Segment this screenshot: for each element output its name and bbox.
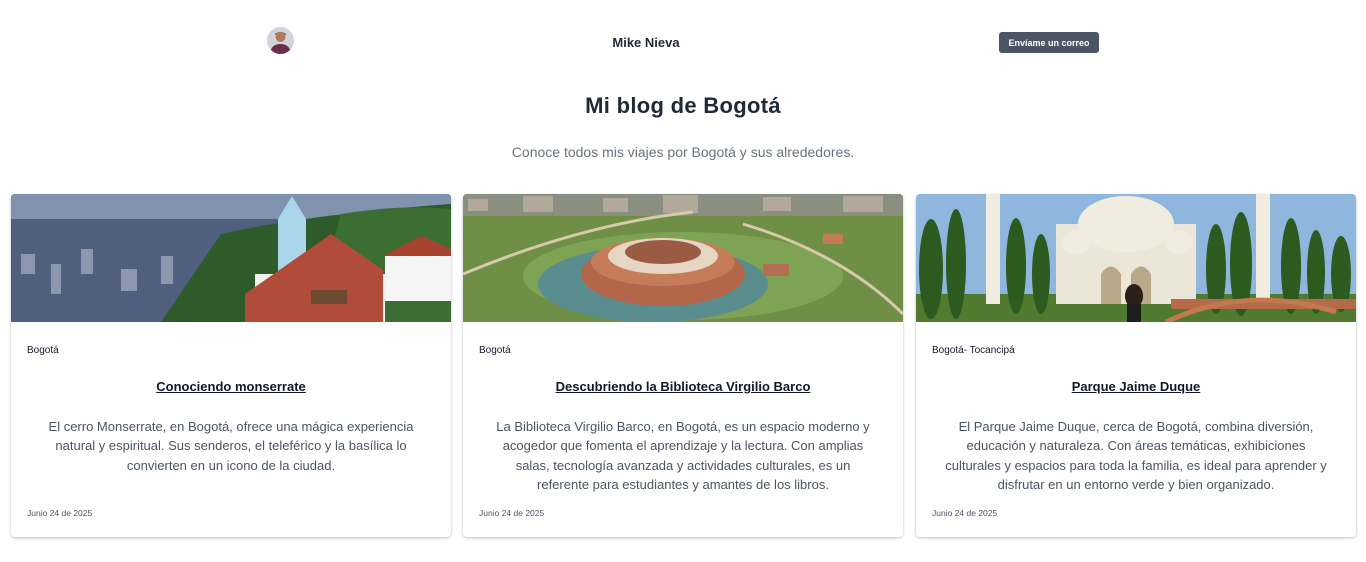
page-title: Mi blog de Bogotá xyxy=(585,93,781,118)
post-date: Junio 24 de 2025 xyxy=(27,508,93,518)
send-email-button[interactable]: Envíame un correo xyxy=(999,32,1099,53)
post-date: Junio 24 de 2025 xyxy=(479,508,545,518)
post-tag: Bogotá xyxy=(479,345,511,356)
post-title-link[interactable]: Descubriendo la Biblioteca Virgilio Barc… xyxy=(463,379,903,394)
author-name: Mike Nieva xyxy=(612,35,680,50)
post-title-link[interactable]: Parque Jaime Duque xyxy=(916,379,1356,394)
site-header: Mike Nieva Envíame un correo xyxy=(0,0,1366,84)
post-tag: Bogotá- Tocancipá xyxy=(932,345,1015,356)
blog-card[interactable]: Bogotá Descubriendo la Biblioteca Virgil… xyxy=(463,194,903,537)
post-tag: Bogotá xyxy=(27,345,59,356)
monserrate-image[interactable] xyxy=(11,194,451,322)
avatar[interactable] xyxy=(267,27,294,54)
jaime-duque-image[interactable] xyxy=(916,194,1356,322)
post-date: Junio 24 de 2025 xyxy=(932,508,998,518)
post-title-link[interactable]: Conociendo monserrate xyxy=(11,379,451,394)
blog-card[interactable]: Bogotá Conociendo monserrate El cerro Mo… xyxy=(11,194,451,537)
post-excerpt: La Biblioteca Virgilio Barco, en Bogotá,… xyxy=(496,419,870,492)
biblioteca-image[interactable] xyxy=(463,194,903,322)
blog-card[interactable]: Bogotá- Tocancipá Parque Jaime Duque El … xyxy=(916,194,1356,537)
post-excerpt: El Parque Jaime Duque, cerca de Bogotá, … xyxy=(945,419,1327,492)
page-subtitle: Conoce todos mis viajes por Bogotá y sus… xyxy=(511,144,855,160)
person-avatar-icon xyxy=(267,27,294,54)
post-excerpt: El cerro Monserrate, en Bogotá, ofrece u… xyxy=(48,419,414,473)
